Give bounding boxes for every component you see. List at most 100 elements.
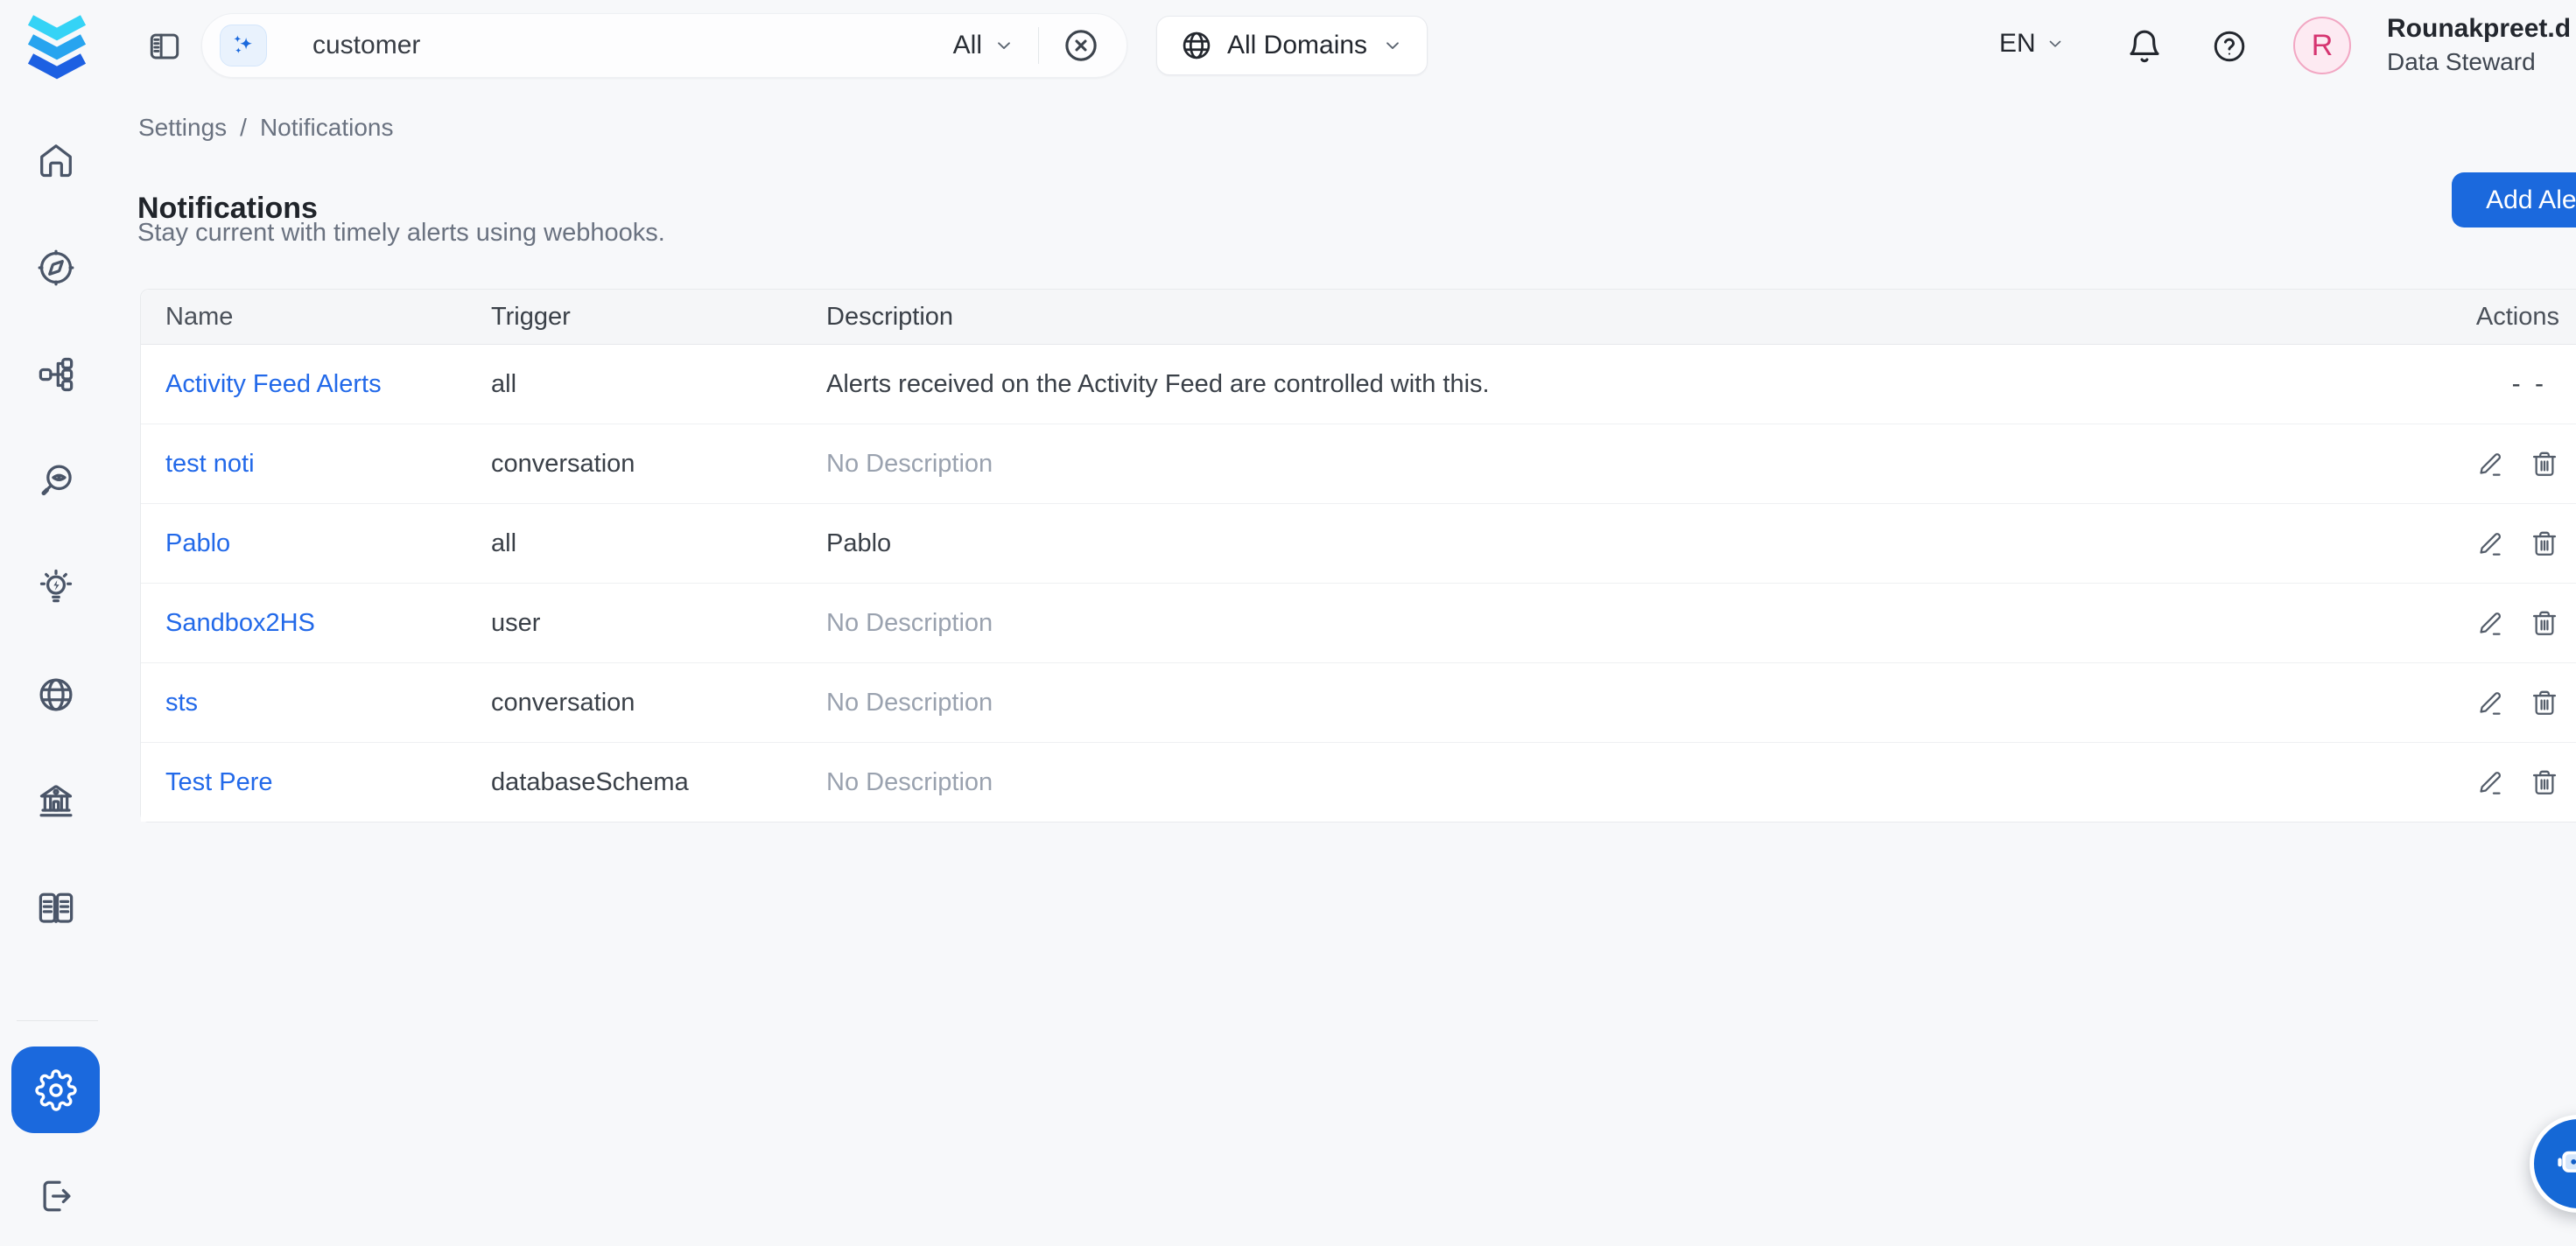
add-alert-button[interactable]: Add Alert <box>2452 172 2576 228</box>
chat-assistant-button[interactable] <box>2530 1115 2576 1213</box>
alert-trigger: all <box>491 529 826 558</box>
breadcrumb-notifications: Notifications <box>260 114 394 142</box>
ai-search-button[interactable] <box>220 24 267 66</box>
alert-actions <box>2417 449 2576 479</box>
trash-icon <box>2530 767 2559 797</box>
edit-button[interactable] <box>2475 688 2505 718</box>
search-divider <box>1038 27 1039 64</box>
breadcrumb-separator: / <box>240 114 247 142</box>
alert-actions: - - <box>2417 369 2576 399</box>
user-name: Rounakpreet.d <box>2387 11 2571 46</box>
breadcrumb: Settings / Notifications <box>138 114 393 142</box>
alert-actions <box>2417 608 2576 638</box>
alert-description: Alerts received on the Activity Feed are… <box>826 370 2417 399</box>
alert-name-link[interactable]: Pablo <box>141 529 491 558</box>
alert-trigger: all <box>491 370 826 399</box>
trash-icon <box>2530 688 2559 718</box>
search-scope-label: All <box>953 31 982 60</box>
user-avatar[interactable]: R <box>2293 17 2351 74</box>
sidebar-item-settings-active[interactable] <box>11 1046 100 1133</box>
logo-layers-icon <box>25 9 89 80</box>
user-menu[interactable]: Rounakpreet.d Data Steward <box>2387 11 2571 78</box>
column-header-trigger: Trigger <box>491 303 826 332</box>
alert-name-link[interactable]: Sandbox2HS <box>141 609 491 638</box>
sidebar <box>0 0 112 1246</box>
gear-icon <box>35 1069 77 1111</box>
alert-name-link[interactable]: Activity Feed Alerts <box>141 370 491 399</box>
open-book-icon <box>36 888 76 928</box>
notifications-bell-button[interactable] <box>2125 27 2164 66</box>
chevron-down-icon <box>2045 33 2066 54</box>
alert-description: Pablo <box>826 529 2417 558</box>
pencil-icon <box>2475 528 2505 558</box>
sidebar-item-glossary[interactable] <box>35 887 77 929</box>
edit-button[interactable] <box>2475 767 2505 797</box>
app-logo[interactable] <box>25 9 89 80</box>
alert-name-link[interactable]: Test Pere <box>141 768 491 797</box>
table-row: Test Pere databaseSchema No Description <box>141 743 2576 822</box>
sidebar-item-lineage[interactable] <box>35 354 77 396</box>
pencil-icon <box>2475 767 2505 797</box>
flow-network-icon <box>36 354 76 395</box>
table-header: Name Trigger Description Actions <box>141 290 2576 345</box>
avatar-initial: R <box>2312 29 2334 63</box>
column-header-description: Description <box>826 303 2417 332</box>
user-role: Data Steward <box>2387 46 2571 78</box>
table-row: test noti conversation No Description <box>141 424 2576 504</box>
breadcrumb-settings[interactable]: Settings <box>138 114 227 142</box>
all-domains-button[interactable]: All Domains <box>1156 16 1428 75</box>
column-header-actions: Actions <box>2417 303 2576 332</box>
sidebar-item-observability[interactable] <box>35 460 77 502</box>
alert-trigger: conversation <box>491 689 826 718</box>
sidebar-toggle-button[interactable] <box>146 28 183 65</box>
lightbulb-icon <box>36 568 76 608</box>
trash-icon <box>2530 449 2559 479</box>
globe-icon <box>1180 29 1213 62</box>
globe-icon <box>36 675 76 715</box>
edit-button[interactable] <box>2475 608 2505 638</box>
sidebar-item-insights[interactable] <box>35 567 77 609</box>
alert-description: No Description <box>826 609 2417 638</box>
language-dropdown[interactable]: EN <box>1999 29 2066 59</box>
sidebar-item-explore[interactable] <box>35 247 77 289</box>
magnifier-eye-icon <box>36 461 76 501</box>
table-row: sts conversation No Description <box>141 663 2576 743</box>
table-row: Activity Feed Alerts all Alerts received… <box>141 345 2576 424</box>
delete-button[interactable] <box>2530 608 2559 638</box>
alert-trigger: conversation <box>491 450 826 479</box>
help-button[interactable] <box>2211 28 2248 65</box>
global-search-bar: All <box>201 13 1127 78</box>
delete-button[interactable] <box>2530 767 2559 797</box>
alert-name-link[interactable]: sts <box>141 689 491 718</box>
delete-button[interactable] <box>2530 688 2559 718</box>
alert-actions <box>2417 528 2576 558</box>
chevron-down-icon <box>1381 34 1404 57</box>
chevron-down-icon <box>993 34 1015 57</box>
delete-button[interactable] <box>2530 449 2559 479</box>
sidebar-item-domains[interactable] <box>35 674 77 716</box>
app-window: All All Domains <box>0 0 2576 1246</box>
sidebar-item-logout[interactable] <box>35 1176 75 1216</box>
language-label: EN <box>1999 29 2036 59</box>
alert-actions <box>2417 688 2576 718</box>
sidebar-item-govern[interactable] <box>35 780 77 822</box>
sidebar-divider <box>17 1020 98 1021</box>
search-input[interactable] <box>311 30 953 61</box>
alert-trigger: user <box>491 609 826 638</box>
search-scope-dropdown[interactable]: All <box>953 31 1015 60</box>
home-icon <box>36 141 76 181</box>
delete-button[interactable] <box>2530 528 2559 558</box>
pencil-icon <box>2475 608 2505 638</box>
all-domains-label: All Domains <box>1227 31 1367 60</box>
alert-name-link[interactable]: test noti <box>141 450 491 479</box>
edit-button[interactable] <box>2475 449 2505 479</box>
question-circle-icon <box>2211 28 2248 65</box>
search-clear-button[interactable] <box>1062 26 1100 65</box>
sidebar-item-home[interactable] <box>35 140 77 182</box>
logout-icon <box>35 1176 75 1216</box>
edit-button[interactable] <box>2475 528 2505 558</box>
panel-toggle-icon <box>146 28 183 65</box>
alert-description: No Description <box>826 689 2417 718</box>
table-row: Pablo all Pablo <box>141 504 2576 584</box>
column-header-name: Name <box>141 303 491 332</box>
